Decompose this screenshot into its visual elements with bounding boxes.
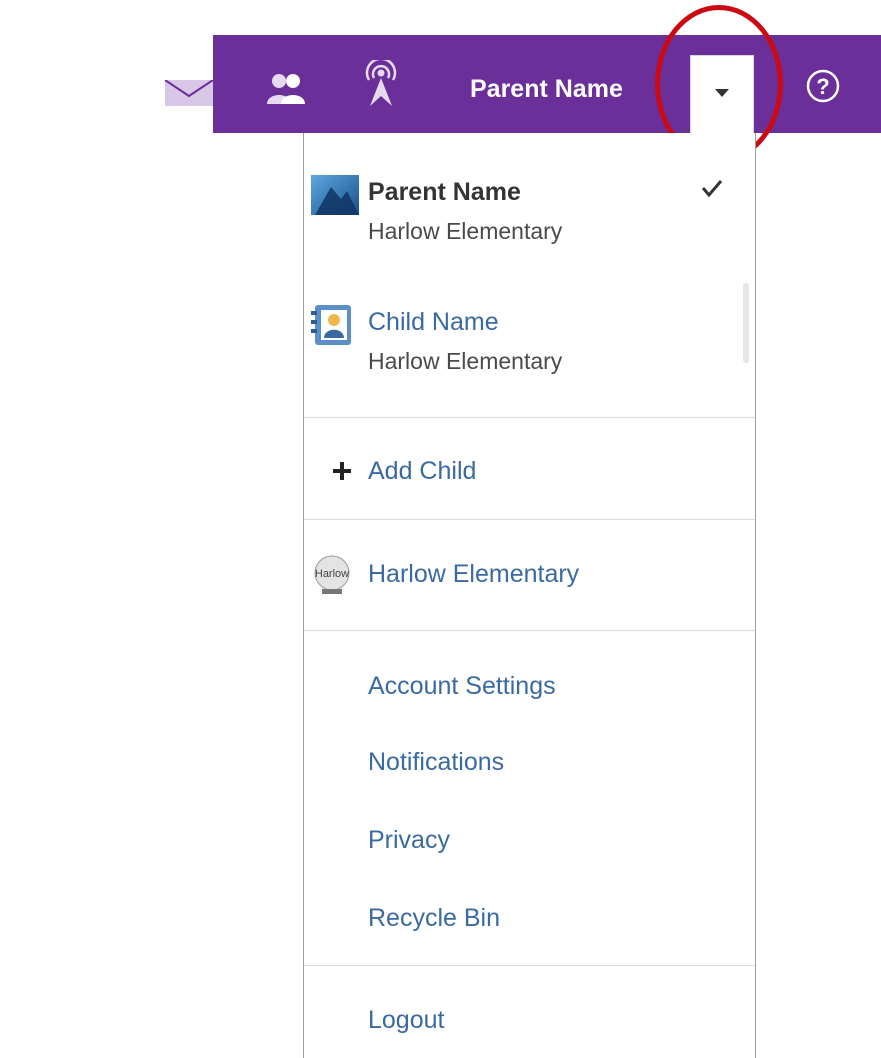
account-dropdown-button[interactable]: [690, 55, 754, 133]
scrollbar-track[interactable]: [743, 283, 749, 363]
account-item-parent[interactable]: Parent Name Harlow Elementary: [304, 175, 755, 275]
account-item-child[interactable]: Child Name Harlow Elementary: [304, 305, 755, 405]
notifications-link[interactable]: Notifications: [368, 745, 504, 779]
recycle-bin-link[interactable]: Recycle Bin: [368, 901, 500, 935]
mail-icon[interactable]: [165, 80, 213, 106]
account-school: Harlow Elementary: [368, 348, 563, 374]
divider: [304, 417, 755, 418]
checkmark-icon: [701, 180, 723, 198]
account-name: Child Name: [368, 308, 499, 336]
divider: [304, 965, 755, 966]
divider: [304, 630, 755, 631]
parent-avatar-icon: [311, 175, 359, 215]
plus-icon: [333, 462, 351, 480]
header-user-name[interactable]: Parent Name: [470, 72, 656, 106]
logout-link[interactable]: Logout: [368, 1003, 444, 1037]
privacy-link[interactable]: Privacy: [368, 823, 450, 857]
account-name: Parent Name: [368, 178, 521, 206]
school-link[interactable]: Harlow Elementary: [368, 557, 579, 591]
add-child-link[interactable]: Add Child: [368, 454, 476, 488]
svg-text:Harlow: Harlow: [315, 568, 349, 580]
people-icon[interactable]: [265, 72, 307, 106]
account-settings-link[interactable]: Account Settings: [368, 669, 556, 703]
chevron-down-icon: [715, 89, 729, 97]
divider: [304, 519, 755, 520]
help-glyph: ?: [816, 74, 829, 99]
child-contact-icon: [311, 305, 351, 345]
radar-icon[interactable]: [362, 60, 400, 108]
help-icon[interactable]: ?: [805, 68, 841, 104]
account-dropdown-menu: Parent Name Harlow Elementary Child Name…: [303, 133, 756, 1058]
page: Parent Name ? Parent Name Harlow Element…: [0, 0, 881, 1058]
school-logo-icon: Harlow: [314, 555, 350, 594]
account-school: Harlow Elementary: [368, 218, 563, 244]
